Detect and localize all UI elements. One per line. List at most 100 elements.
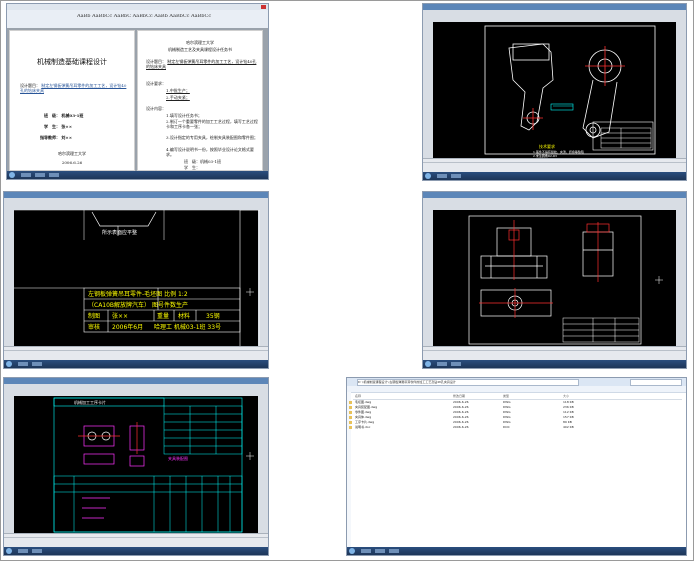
taskbar-button[interactable] xyxy=(437,174,447,178)
document-page-2: 哈尔滨理工大学 机械制造工艺及夹具课程设计任务书 设计题目： 制定左钢板弹簧吊耳… xyxy=(137,30,263,171)
taskbar xyxy=(423,172,686,180)
file-icon xyxy=(349,426,352,429)
page-subhead: 机械制造工艺及夹具课程设计任务书 xyxy=(168,47,232,52)
cad-left-toolbar[interactable] xyxy=(423,210,433,346)
cad-command-line[interactable] xyxy=(4,533,268,547)
page-title: 机械制造基础课程设计 xyxy=(37,58,107,66)
req-label: 设计要求： xyxy=(146,81,166,86)
taskbar xyxy=(347,547,686,555)
taskbar-button[interactable] xyxy=(375,549,385,553)
file-icon xyxy=(349,401,352,404)
surface-note: 所示表面应平整 xyxy=(102,229,137,236)
file-row[interactable]: 说明书.doc 2006-6-26 DOC 402 KB xyxy=(349,425,682,430)
explorer-toolbar xyxy=(347,386,686,393)
cad-command-line[interactable] xyxy=(4,346,268,360)
card-header: 机械加工工序卡片 xyxy=(74,399,106,405)
file-icon xyxy=(349,406,352,409)
cad-command-line[interactable] xyxy=(423,346,686,360)
drawing-canvas[interactable] xyxy=(433,210,676,346)
start-button[interactable] xyxy=(9,172,15,178)
drawn-by: 张×× xyxy=(112,312,128,320)
column-date[interactable]: 修改日期 xyxy=(453,394,465,399)
file-name: 说明书.doc xyxy=(355,425,371,429)
material-label: 材料 xyxy=(178,312,190,320)
explorer-titlebar: D:\机械制造课程设计\左钢板弹簧吊耳零件的加工工艺及钻40孔夹具设计 xyxy=(347,378,686,386)
document-area: 机械制造基础课程设计 设计题目： 制定左钢板弹簧吊耳零件的加工工艺，设计钻40孔… xyxy=(7,28,268,171)
crosshair-icon xyxy=(246,288,254,296)
column-type[interactable]: 类型 xyxy=(503,394,509,399)
column-size[interactable]: 大小 xyxy=(563,394,569,399)
card-pink-text xyxy=(82,497,110,519)
workpiece-sketch xyxy=(78,422,145,467)
cad-left-toolbar[interactable] xyxy=(4,210,14,346)
drawing-canvas[interactable]: 所示表面应平整 左钢板弹簧吊耳零件-毛坯图 比例 1:2 （CA10B解放牌汽车… xyxy=(14,209,261,349)
file-type: DOC xyxy=(503,425,510,429)
cad-left-toolbar[interactable] xyxy=(423,22,433,158)
taskbar-button[interactable] xyxy=(18,362,28,366)
taskbar-button[interactable] xyxy=(32,549,42,553)
teacher-label: 指导教师： xyxy=(40,135,60,140)
content-label: 设计内容： xyxy=(146,106,166,111)
drawing-canvas[interactable]: 技术要求 1.锻件不得有裂纹、夹渣、折叠等缺陷 2.未注圆角R2-R3 xyxy=(433,22,676,158)
fixture-drawing xyxy=(468,215,663,345)
file-icon xyxy=(349,421,352,424)
close-button[interactable] xyxy=(261,5,266,9)
taskbar-button[interactable] xyxy=(21,173,31,177)
taskbar-button[interactable] xyxy=(361,549,371,553)
cad-window-process-card: 机械加工工序卡片 夹具装配图 xyxy=(3,377,269,556)
req-item-1: 1.中批生产； xyxy=(166,88,190,93)
taskbar-button[interactable] xyxy=(18,549,28,553)
word-ribbon: AaBb AaBbCc AaBbC AaBbCc AaBb AaBbCc AaB… xyxy=(7,10,268,29)
req-item-2: 2.手动夹紧； xyxy=(166,95,190,100)
footer-student: 学 生： xyxy=(184,165,200,170)
blank-drawing: 所示表面应平整 左钢板弹簧吊耳零件-毛坯图 比例 1:2 （CA10B解放牌汽车… xyxy=(14,209,261,349)
side-note: 夹具装配图 xyxy=(168,455,188,461)
drawing-canvas[interactable]: 机械加工工序卡片 夹具装配图 xyxy=(14,396,258,533)
title-row-1: 左钢板弹簧吊耳零件-毛坯图 比例 1:2 xyxy=(88,290,188,298)
teacher-value: 刘×× xyxy=(61,135,73,140)
start-button[interactable] xyxy=(6,361,12,367)
taskbar-button[interactable] xyxy=(389,549,399,553)
taskbar-button[interactable] xyxy=(451,362,461,366)
check-date: 2006年6月 xyxy=(112,323,143,331)
cad-window-blank: 所示表面应平整 左钢板弹簧吊耳零件-毛坯图 比例 1:2 （CA10B解放牌汽车… xyxy=(3,191,269,369)
taskbar-button[interactable] xyxy=(49,173,59,177)
address-bar[interactable]: D:\机械制造课程设计\左钢板弹簧吊耳零件的加工工艺及钻40孔夹具设计 xyxy=(357,379,579,386)
taskbar-button[interactable] xyxy=(35,173,45,177)
cad-left-toolbar[interactable] xyxy=(4,396,14,533)
title-block xyxy=(600,127,652,149)
fixture-top-view xyxy=(479,288,553,318)
document-page-1: 机械制造基础课程设计 设计题目： 制定左钢板弹簧吊耳零件的加工工艺，设计钻40孔… xyxy=(9,30,135,171)
cad-command-line[interactable] xyxy=(423,158,686,172)
cad-window-part: 技术要求 1.锻件不得有裂纹、夹渣、折叠等缺陷 2.未注圆角R2-R3 xyxy=(422,3,687,181)
title-block xyxy=(562,317,640,343)
crosshair-icon xyxy=(246,452,254,460)
start-button[interactable] xyxy=(349,548,355,554)
class-info: 哈理工 机械03-1班 33号 xyxy=(154,323,221,331)
card-right-table xyxy=(163,405,243,455)
page-head: 哈尔滨理工大学 xyxy=(186,40,214,45)
column-name[interactable]: 名称 xyxy=(355,394,361,399)
start-button[interactable] xyxy=(425,173,431,179)
start-button[interactable] xyxy=(425,361,431,367)
taskbar xyxy=(423,360,686,368)
class-label: 班 级： xyxy=(44,113,60,118)
student-value: 张×× xyxy=(61,124,73,129)
taskbar-button[interactable] xyxy=(451,174,461,178)
footer-class: 班 级：机械03-1班 xyxy=(184,159,221,164)
file-size: 402 KB xyxy=(563,425,574,429)
file-rows: 毛坯图.dwg 2006-6-26 DWG 118 KB 夹具装配图.dwg 2006-6… xyxy=(349,400,682,430)
explorer-window: D:\机械制造课程设计\左钢板弹簧吊耳零件的加工工艺及钻40孔夹具设计 名称 修… xyxy=(346,377,687,556)
start-button[interactable] xyxy=(6,548,12,554)
content-item-1: 1.填写设计任务书； xyxy=(166,113,202,118)
ribbon-styles[interactable]: AaBb AaBbCc AaBbC AaBbCc AaBb AaBbCc AaB… xyxy=(77,14,267,19)
file-icon xyxy=(349,411,352,414)
fixture-front-view xyxy=(480,220,548,280)
taskbar-button[interactable] xyxy=(437,362,447,366)
search-input[interactable] xyxy=(630,379,682,386)
taskbar-button[interactable] xyxy=(32,362,42,366)
taskbar xyxy=(4,547,268,555)
doc-date: 2006.6.26 xyxy=(61,160,83,165)
content-item-4: 4.编写设计说明书一份，按照毕业设计论文格式要求。 xyxy=(166,147,254,157)
title-row-2: （CA10B解放牌汽车） 图号件数生产 xyxy=(88,301,188,309)
